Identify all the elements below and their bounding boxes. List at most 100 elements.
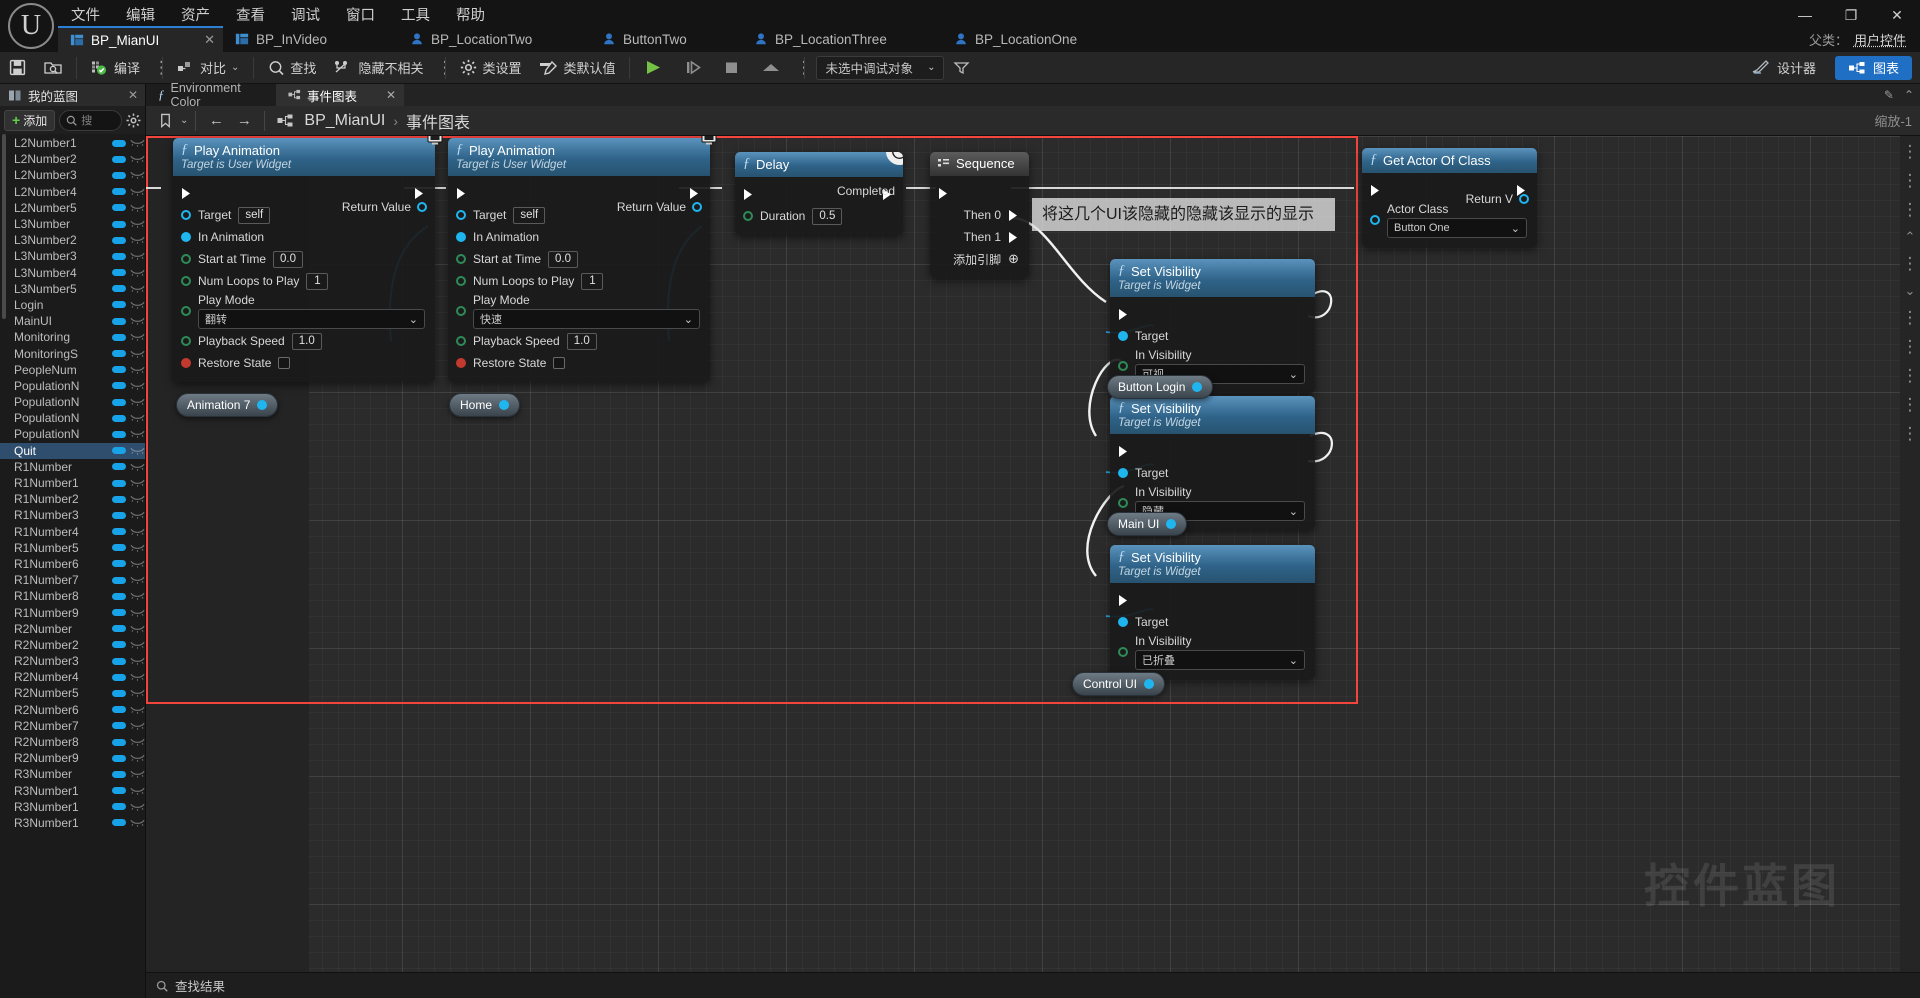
variable-row[interactable]: R1Number8	[0, 588, 145, 604]
variable-row[interactable]: Login	[0, 297, 145, 313]
sidebar-scrollbar[interactable]	[2, 134, 6, 319]
eye-icon[interactable]	[130, 379, 145, 393]
variable-type-pill[interactable]	[112, 155, 126, 163]
variable-row[interactable]: R2Number3	[0, 653, 145, 669]
variable-type-pill[interactable]	[112, 171, 126, 179]
save-button[interactable]	[0, 53, 35, 83]
eye-icon[interactable]	[130, 363, 145, 377]
variable-type-pill[interactable]	[112, 204, 126, 212]
exec-pin-icon[interactable]	[181, 187, 192, 200]
exec-out-row[interactable]: Then 0	[930, 204, 1029, 226]
variable-row[interactable]: PopulationN	[0, 426, 145, 442]
exec-pin-icon[interactable]	[1370, 184, 1381, 197]
variable-type-pill[interactable]	[112, 609, 126, 617]
menu-assets[interactable]: 资产	[168, 1, 223, 28]
variable-row[interactable]: PopulationN	[0, 410, 145, 426]
forward-button[interactable]: →	[231, 109, 257, 133]
eye-icon[interactable]	[130, 217, 145, 231]
enum-pin[interactable]	[181, 306, 191, 316]
numeric-pin[interactable]	[456, 254, 466, 264]
pin-value[interactable]: 1.0	[291, 332, 322, 350]
eye-icon[interactable]	[130, 249, 145, 263]
bool-pin[interactable]	[456, 358, 466, 368]
close-button[interactable]: ✕	[1874, 0, 1920, 30]
eye-icon[interactable]	[130, 411, 145, 425]
variable-type-pill[interactable]	[112, 641, 126, 649]
bp-variable-node[interactable]: Control UI	[1072, 672, 1166, 696]
pin-value[interactable]: self	[238, 206, 271, 224]
variable-type-pill[interactable]	[112, 398, 126, 406]
asset-tab-bp-mianui[interactable]: BP_MianUI ✕	[58, 26, 223, 52]
pin-combo[interactable]: 已折叠 ⌄	[1135, 650, 1305, 670]
return-value-pin[interactable]	[692, 202, 702, 212]
variable-type-pill[interactable]	[112, 706, 126, 714]
compile-button[interactable]: 编译	[82, 53, 149, 83]
eye-icon[interactable]	[130, 266, 145, 280]
variable-row[interactable]: R1Number5	[0, 540, 145, 556]
bookmark-button[interactable]	[152, 109, 178, 133]
eye-icon[interactable]	[130, 703, 145, 717]
variable-row[interactable]: PopulationN	[0, 378, 145, 394]
pin-value[interactable]: 1	[306, 272, 329, 290]
variable-row[interactable]: R1Number2	[0, 491, 145, 507]
exec-pin-icon[interactable]	[689, 187, 700, 200]
eye-icon[interactable]	[130, 201, 145, 215]
variable-row[interactable]: R3Number1	[0, 799, 145, 815]
pin-value[interactable]: 0.0	[548, 250, 579, 268]
variable-row[interactable]: L3Number3	[0, 248, 145, 264]
variable-type-pill[interactable]	[112, 673, 126, 681]
exec-pin-icon[interactable]	[1118, 445, 1129, 458]
return-value-pin[interactable]	[1519, 194, 1529, 204]
node-menu-icon[interactable]	[1902, 308, 1919, 328]
eye-icon[interactable]	[130, 492, 145, 506]
asset-tab-bp-locationtwo[interactable]: BP_LocationTwo	[398, 26, 590, 52]
chevron-down-icon[interactable]: ⌄	[1905, 283, 1916, 299]
variable-row[interactable]: PeopleNum	[0, 362, 145, 378]
bp-variable-node[interactable]: Animation 7	[176, 393, 279, 417]
eye-icon[interactable]	[130, 800, 145, 814]
variable-row[interactable]: R2Number5	[0, 685, 145, 701]
node-menu-icon[interactable]	[1902, 366, 1919, 386]
variable-output-pin[interactable]	[1192, 382, 1203, 392]
variable-type-pill[interactable]	[112, 333, 126, 341]
variable-type-pill[interactable]	[112, 689, 126, 697]
find-button[interactable]: 查找	[259, 53, 325, 83]
eye-icon[interactable]	[130, 427, 145, 441]
edit-icon[interactable]: ✎	[1884, 88, 1894, 102]
node-menu-icon[interactable]	[1902, 424, 1919, 444]
menu-file[interactable]: 文件	[58, 1, 113, 28]
variable-row[interactable]: R1Number6	[0, 556, 145, 572]
variable-type-pill[interactable]	[112, 495, 126, 503]
variable-type-pill[interactable]	[112, 592, 126, 600]
search-input[interactable]: 搜	[59, 109, 122, 131]
pin-value[interactable]: 1.0	[566, 332, 597, 350]
variable-row[interactable]: PopulationN	[0, 394, 145, 410]
graph-tab-close-icon[interactable]: ✕	[386, 88, 396, 102]
graph-tab-event-graph[interactable]: 事件图表 ✕	[276, 84, 404, 106]
variable-type-pill[interactable]	[112, 447, 126, 455]
breadcrumb-item-graph[interactable]: 事件图表	[406, 109, 470, 133]
variable-type-pill[interactable]	[112, 787, 126, 795]
variable-row[interactable]: R2Number9	[0, 750, 145, 766]
variable-row[interactable]: Quit	[0, 442, 145, 459]
eye-icon[interactable]	[130, 606, 145, 620]
bp-variable-node[interactable]: Button Login	[1107, 375, 1214, 399]
exec-pin-icon[interactable]	[456, 187, 467, 200]
menu-view[interactable]: 查看	[223, 1, 278, 28]
object-pin[interactable]	[1118, 617, 1128, 627]
variable-row[interactable]: R3Number1	[0, 783, 145, 799]
object-pin[interactable]	[456, 210, 466, 220]
variable-row[interactable]: L2Number1	[0, 135, 145, 151]
variable-row[interactable]: R3Number	[0, 766, 145, 782]
eye-icon[interactable]	[130, 557, 145, 571]
enum-pin[interactable]	[1118, 498, 1128, 508]
eye-icon[interactable]	[130, 152, 145, 166]
eye-icon[interactable]	[130, 233, 145, 247]
bp-node-play-animation-1[interactable]: ƒ Play Animation Target is User Widget Targ…	[173, 138, 435, 382]
variable-row[interactable]: R1Number7	[0, 572, 145, 588]
eye-icon[interactable]	[130, 314, 145, 328]
parent-class-value[interactable]: 用户控件	[1854, 30, 1906, 49]
class-pin[interactable]	[1370, 215, 1380, 225]
variable-output-pin[interactable]	[1166, 519, 1177, 529]
numeric-pin[interactable]	[181, 336, 191, 346]
